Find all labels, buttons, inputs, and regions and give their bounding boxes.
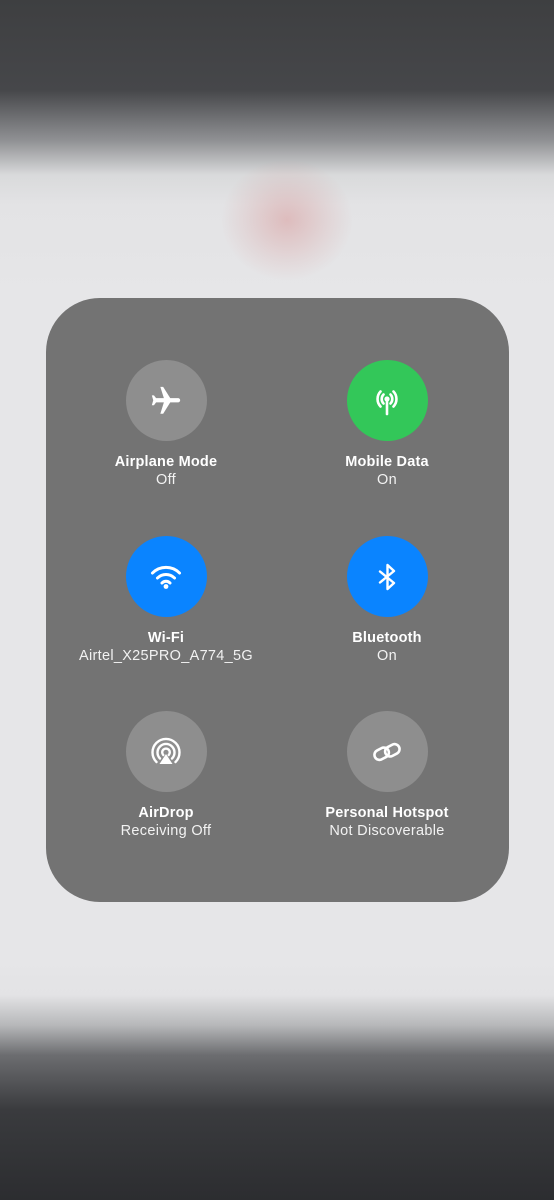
wifi-toggle[interactable]: Wi-Fi Airtel_X25PRO_A774_5G xyxy=(51,536,281,665)
airplane-mode-button[interactable] xyxy=(125,360,207,441)
airdrop-icon xyxy=(146,732,186,772)
bluetooth-label: Bluetooth xyxy=(352,630,422,646)
connectivity-panel: Airplane Mode Off Mobile Data On Wi-Fi A… xyxy=(46,298,509,902)
wifi-label: Wi-Fi xyxy=(147,630,185,646)
bluetooth-status: On xyxy=(377,648,397,664)
airdrop-toggle[interactable]: AirDrop Receiving Off xyxy=(51,711,281,840)
wifi-button[interactable] xyxy=(125,536,207,617)
bluetooth-icon xyxy=(367,557,407,597)
mobile-data-toggle[interactable]: Mobile Data On xyxy=(272,360,502,489)
antenna-icon xyxy=(367,381,407,421)
airplane-mode-status: Off xyxy=(156,472,176,488)
mobile-data-label: Mobile Data xyxy=(345,454,429,470)
mobile-data-button[interactable] xyxy=(346,360,428,441)
personal-hotspot-label: Personal Hotspot xyxy=(325,805,449,821)
airplane-mode-toggle[interactable]: Airplane Mode Off xyxy=(51,360,281,489)
blurred-background xyxy=(222,160,352,280)
personal-hotspot-status: Not Discoverable xyxy=(329,823,445,839)
airdrop-label: AirDrop xyxy=(138,805,194,821)
airdrop-status: Receiving Off xyxy=(120,823,212,839)
airplane-mode-label: Airplane Mode xyxy=(114,454,218,470)
airplane-icon xyxy=(149,384,183,418)
hotspot-link-icon xyxy=(367,732,407,772)
bluetooth-button[interactable] xyxy=(346,536,428,617)
airdrop-button[interactable] xyxy=(125,711,207,792)
bluetooth-toggle[interactable]: Bluetooth On xyxy=(272,536,502,665)
wifi-network-name: Airtel_X25PRO_A774_5G xyxy=(79,648,253,664)
mobile-data-status: On xyxy=(377,472,397,488)
wifi-icon xyxy=(146,557,186,597)
personal-hotspot-button[interactable] xyxy=(346,711,428,792)
personal-hotspot-toggle[interactable]: Personal Hotspot Not Discoverable xyxy=(272,711,502,840)
